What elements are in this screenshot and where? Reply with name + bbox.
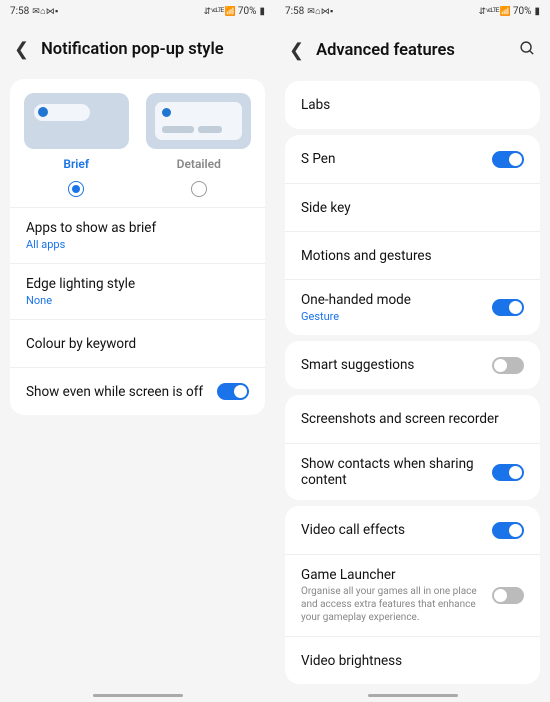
s-pen-item[interactable]: S Pen bbox=[285, 135, 540, 183]
item-title: Smart suggestions bbox=[301, 357, 484, 373]
content: Labs S Pen Side key Motions and gestures… bbox=[275, 75, 550, 702]
page-title: Notification pop-up style bbox=[41, 40, 261, 59]
item-title: Colour by keyword bbox=[26, 336, 241, 352]
item-title: Show contacts when sharing content bbox=[301, 456, 484, 488]
status-battery: 70% bbox=[513, 6, 532, 17]
item-title: Apps to show as brief bbox=[26, 220, 241, 236]
item-title: Side key bbox=[301, 200, 516, 216]
search-icon[interactable] bbox=[519, 40, 536, 61]
status-right-icons: ⇵ ᵛᵒᴸᵀᴱ 📶 bbox=[479, 6, 510, 17]
smart-suggestions-toggle[interactable] bbox=[492, 357, 524, 374]
motions-item[interactable]: Motions and gestures bbox=[285, 231, 540, 279]
notification-popup-screen: 7:58 ✉ ⌂ ⋈ ▪ ⇵ ᵛᵒᴸᵀᴱ 📶 70% ▮ ❮ Notificat… bbox=[0, 0, 275, 702]
brief-label: Brief bbox=[63, 157, 89, 171]
detailed-preview bbox=[146, 93, 251, 149]
header: ❮ Notification pop-up style bbox=[0, 22, 275, 73]
item-desc: Organise all your games all in one place… bbox=[301, 585, 484, 624]
show-while-off-toggle[interactable] bbox=[217, 383, 249, 400]
one-handed-toggle[interactable] bbox=[492, 299, 524, 316]
group-input: S Pen Side key Motions and gestures One-… bbox=[285, 135, 540, 335]
item-title: Video brightness bbox=[301, 653, 516, 669]
header: ❮ Advanced features bbox=[275, 22, 550, 75]
status-right-icons: ⇵ ᵛᵒᴸᵀᴱ 📶 bbox=[204, 6, 235, 17]
edge-lighting-item[interactable]: Edge lighting style None bbox=[10, 263, 265, 319]
one-handed-item[interactable]: One-handed mode Gesture bbox=[285, 279, 540, 335]
item-title: Motions and gestures bbox=[301, 248, 516, 264]
s-pen-toggle[interactable] bbox=[492, 151, 524, 168]
share-contacts-item[interactable]: Show contacts when sharing content bbox=[285, 443, 540, 500]
side-key-item[interactable]: Side key bbox=[285, 183, 540, 231]
battery-icon: ▮ bbox=[259, 6, 265, 17]
back-icon[interactable]: ❮ bbox=[289, 42, 304, 60]
home-indicator[interactable] bbox=[368, 694, 458, 698]
group-labs: Labs bbox=[285, 81, 540, 129]
item-title: Video call effects bbox=[301, 522, 484, 538]
status-left-icons: ✉ ⌂ ⋈ ▪ bbox=[32, 6, 57, 17]
item-title: Show even while screen is off bbox=[26, 384, 209, 400]
smart-suggestions-item[interactable]: Smart suggestions bbox=[285, 341, 540, 389]
labs-item[interactable]: Labs bbox=[285, 81, 540, 129]
game-launcher-toggle[interactable] bbox=[492, 587, 524, 604]
screenshots-item[interactable]: Screenshots and screen recorder bbox=[285, 395, 540, 443]
share-contacts-toggle[interactable] bbox=[492, 464, 524, 481]
item-title: Labs bbox=[301, 97, 516, 113]
page-title: Advanced features bbox=[316, 41, 507, 60]
status-time: 7:58 bbox=[285, 6, 304, 17]
item-sub: All apps bbox=[26, 238, 241, 251]
group-media: Video call effects Game Launcher Organis… bbox=[285, 506, 540, 684]
group-suggestions: Smart suggestions bbox=[285, 341, 540, 389]
status-bar: 7:58 ✉ ⌂ ⋈ ▪ ⇵ ᵛᵒᴸᵀᴱ 📶 70% ▮ bbox=[0, 0, 275, 22]
style-option-detailed[interactable]: Detailed bbox=[143, 93, 256, 197]
status-left-icons: ✉ ⌂ ⋈ ▪ bbox=[307, 6, 332, 17]
item-title: Game Launcher bbox=[301, 567, 484, 583]
detailed-radio[interactable] bbox=[191, 181, 207, 197]
colour-by-keyword-item[interactable]: Colour by keyword bbox=[10, 319, 265, 367]
status-bar: 7:58 ✉ ⌂ ⋈ ▪ ⇵ ᵛᵒᴸᵀᴱ 📶 70% ▮ bbox=[275, 0, 550, 22]
home-indicator[interactable] bbox=[93, 694, 183, 698]
back-icon[interactable]: ❮ bbox=[14, 41, 29, 59]
detailed-label: Detailed bbox=[177, 157, 221, 171]
item-title: Screenshots and screen recorder bbox=[301, 411, 516, 427]
status-battery: 70% bbox=[238, 6, 257, 17]
style-card: Brief Detailed Apps to show as brief All… bbox=[10, 79, 265, 415]
item-title: One-handed mode bbox=[301, 292, 484, 308]
battery-icon: ▮ bbox=[534, 6, 540, 17]
video-brightness-item[interactable]: Video brightness bbox=[285, 636, 540, 684]
item-title: Edge lighting style bbox=[26, 276, 241, 292]
brief-preview bbox=[24, 93, 129, 149]
item-sub: Gesture bbox=[301, 310, 484, 323]
group-screenshots: Screenshots and screen recorder Show con… bbox=[285, 395, 540, 500]
item-sub: None bbox=[26, 294, 241, 307]
brief-radio[interactable] bbox=[68, 181, 84, 197]
content: Brief Detailed Apps to show as brief All… bbox=[0, 73, 275, 702]
game-launcher-item[interactable]: Game Launcher Organise all your games al… bbox=[285, 554, 540, 636]
style-selector: Brief Detailed bbox=[10, 79, 265, 207]
video-call-effects-item[interactable]: Video call effects bbox=[285, 506, 540, 554]
advanced-features-screen: 7:58 ✉ ⌂ ⋈ ▪ ⇵ ᵛᵒᴸᵀᴱ 📶 70% ▮ ❮ Advanced … bbox=[275, 0, 550, 702]
video-call-effects-toggle[interactable] bbox=[492, 522, 524, 539]
show-while-off-item[interactable]: Show even while screen is off bbox=[10, 367, 265, 415]
style-option-brief[interactable]: Brief bbox=[20, 93, 133, 197]
item-title: S Pen bbox=[301, 151, 484, 167]
apps-to-show-item[interactable]: Apps to show as brief All apps bbox=[10, 207, 265, 263]
status-time: 7:58 bbox=[10, 6, 29, 17]
